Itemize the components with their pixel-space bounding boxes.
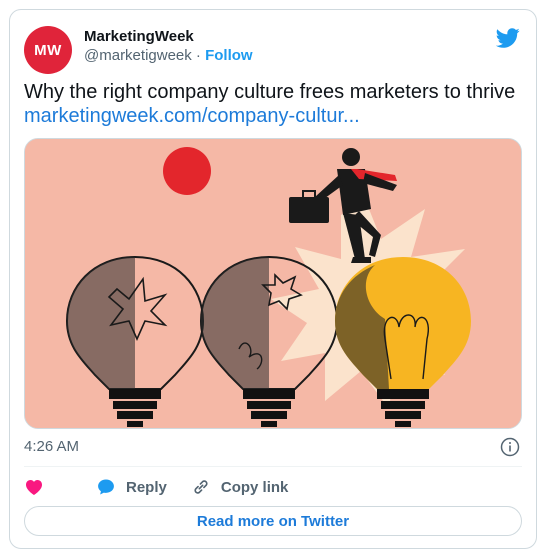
heart-icon (26, 480, 42, 495)
lightbulb-illustration (25, 139, 521, 428)
author-name[interactable]: MarketingWeek (84, 28, 194, 45)
author-handle[interactable]: @marketigweek (84, 47, 192, 64)
tweet-timestamp[interactable]: 4:26 AM (24, 438, 79, 455)
tweet-embed-card: MW MarketingWeek @marketigweek · Follow … (9, 9, 537, 549)
tweet-text: Why the right company culture frees mark… (24, 81, 516, 103)
author-handle-row: @marketigweek · Follow (84, 47, 253, 64)
info-icon[interactable] (500, 437, 520, 457)
twitter-bird-icon[interactable] (496, 26, 520, 50)
like-button[interactable] (24, 477, 72, 497)
link-icon (194, 480, 208, 494)
handle-separator: · (191, 47, 206, 64)
red-sun (163, 147, 211, 195)
follow-button[interactable]: Follow (205, 47, 253, 64)
reply-bubble-icon (98, 479, 114, 495)
divider (24, 466, 522, 467)
copy-link-label: Copy link (220, 478, 289, 496)
read-more-button[interactable]: Read more on Twitter (24, 506, 522, 536)
avatar[interactable]: MW (24, 26, 72, 74)
tweet-media-image[interactable] (24, 138, 522, 429)
read-more-label: Read more on Twitter (196, 512, 350, 530)
tweet-link[interactable]: marketingweek.com/company-cultur... (24, 104, 360, 128)
reply-label: Reply (126, 478, 167, 496)
copy-link-button[interactable]: Copy link (191, 477, 289, 497)
tweet-actions: Reply Copy link (24, 474, 312, 500)
reply-button[interactable]: Reply (96, 477, 167, 497)
avatar-initials: MW (34, 41, 62, 59)
